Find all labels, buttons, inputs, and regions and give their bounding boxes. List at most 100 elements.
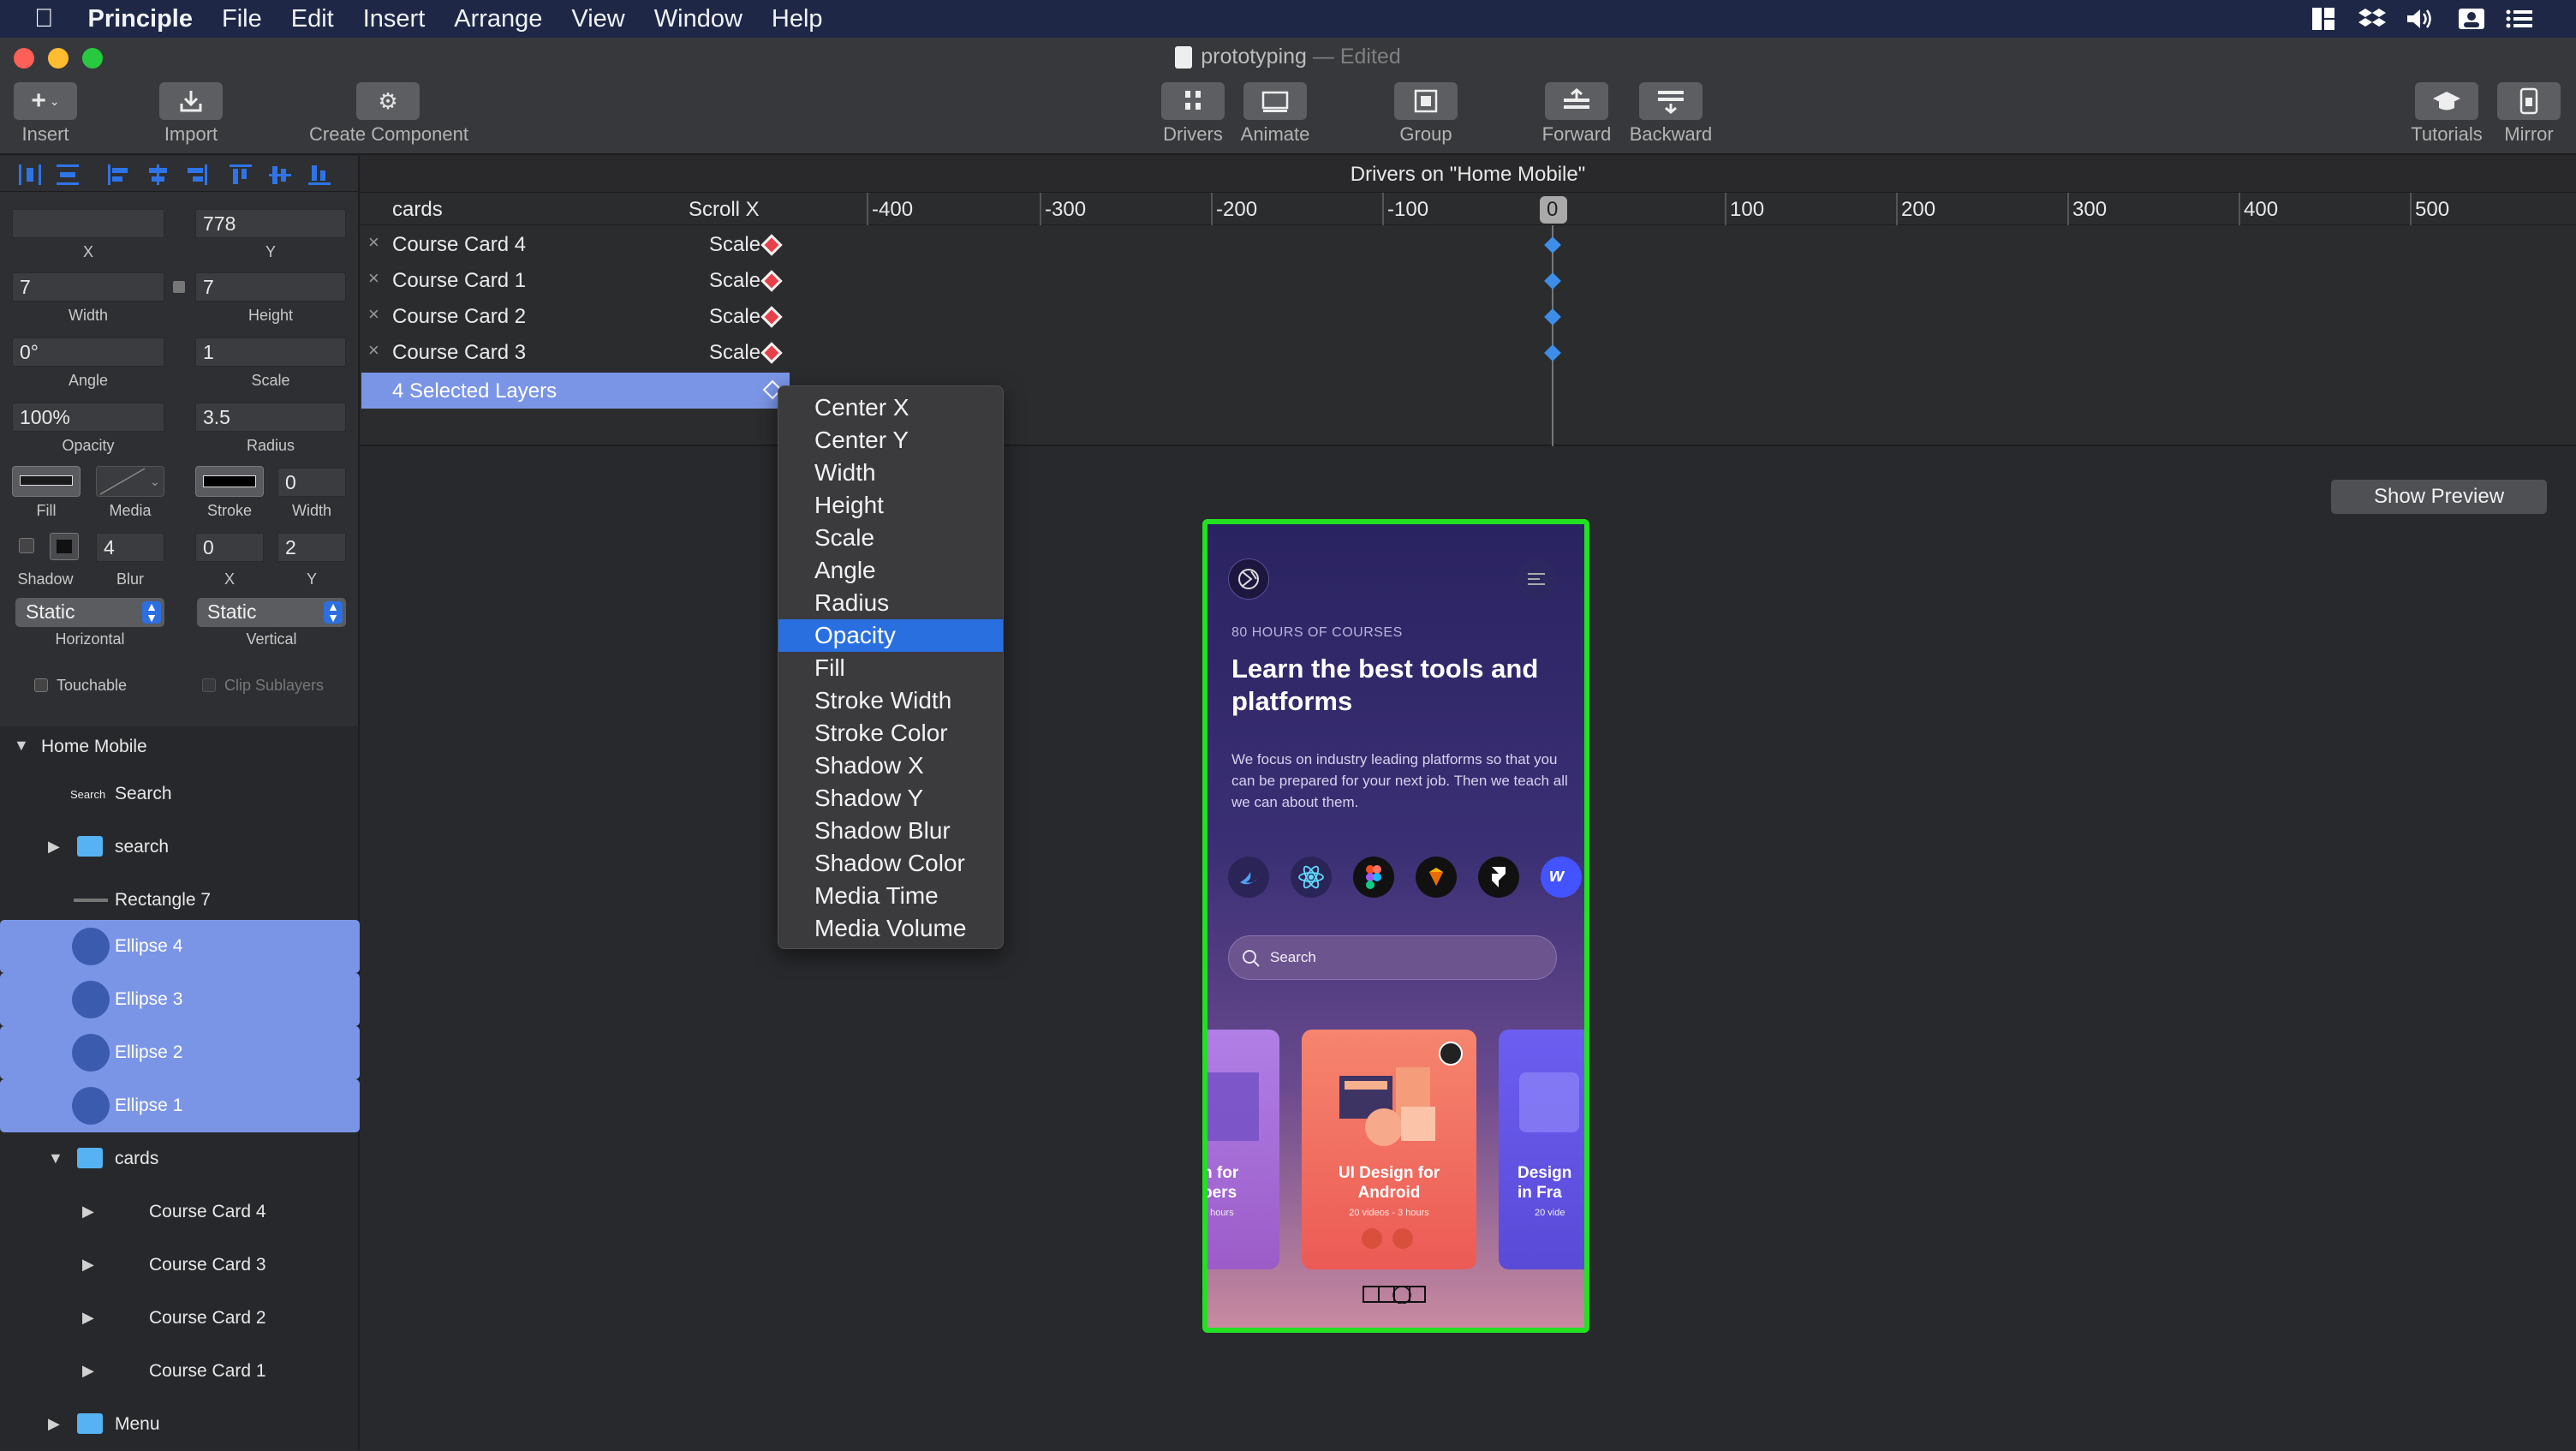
react-icon[interactable] (1291, 857, 1332, 898)
driver-source-property[interactable]: Scroll X (689, 198, 760, 222)
menu-item-radius[interactable]: Radius (778, 587, 1003, 619)
driver-property[interactable]: Scale (709, 269, 760, 293)
menu-item-width[interactable]: Width (778, 457, 1003, 489)
create-component-button[interactable]: ⚙ (356, 82, 420, 120)
tutorials-button[interactable] (2415, 82, 2478, 120)
width-field[interactable]: 7 (12, 272, 164, 302)
align-center-horizontal-icon[interactable] (146, 163, 171, 187)
layer-menu-folder[interactable]: ▶ Menu (0, 1398, 360, 1451)
selected-layers-row[interactable]: 4 Selected Layers (361, 373, 790, 409)
menu-window[interactable]: Window (654, 5, 742, 33)
disclosure-closed-icon[interactable]: ▶ (82, 1362, 94, 1380)
layer-course-card-2[interactable]: ▶ Course Card 2 (0, 1292, 360, 1345)
menu-item-media-time[interactable]: Media Time (778, 880, 1003, 912)
keyframe-marker[interactable] (1544, 272, 1561, 290)
media-swatch[interactable]: ⌄ (96, 466, 164, 497)
figma-icon[interactable] (1353, 857, 1394, 898)
import-button[interactable] (159, 82, 223, 120)
dropbox-icon[interactable] (2357, 5, 2388, 33)
menu-app-principle[interactable]: Principle (88, 5, 194, 33)
keyframe-marker[interactable] (1544, 344, 1561, 361)
distribute-vertical-icon[interactable] (55, 163, 80, 187)
shadow-x-field[interactable]: 0 (195, 533, 264, 562)
framer-icon[interactable] (1478, 857, 1519, 898)
shadow-y-field[interactable]: 2 (277, 533, 346, 562)
layer-ellipse-3[interactable]: Ellipse 3 (0, 973, 360, 1026)
blur-field[interactable]: 4 (96, 533, 164, 562)
shadow-color-swatch[interactable] (50, 533, 79, 560)
opacity-field[interactable]: 100% (12, 403, 164, 432)
align-top-icon[interactable] (228, 163, 253, 187)
menu-edit[interactable]: Edit (291, 5, 334, 33)
window-layout-icon[interactable] (2309, 5, 2338, 33)
align-center-vertical-icon[interactable] (267, 163, 293, 187)
scale-field[interactable]: 1 (195, 337, 346, 367)
menu-item-scale[interactable]: Scale (778, 522, 1003, 554)
forward-button[interactable] (1545, 82, 1608, 120)
menu-item-shadow-x[interactable]: Shadow X (778, 749, 1003, 782)
layer-search-folder[interactable]: ▶ search (0, 821, 360, 874)
disclosure-closed-icon[interactable]: ▶ (82, 1203, 94, 1221)
keyframe-marker[interactable] (1544, 308, 1561, 325)
angle-field[interactable]: 0° (12, 337, 164, 367)
swift-icon[interactable] (1228, 857, 1269, 898)
list-menu-icon[interactable] (2504, 5, 2535, 33)
layer-home-mobile[interactable]: ▼ Home Mobile (0, 726, 360, 767)
disclosure-open-icon[interactable]: ▼ (14, 737, 29, 755)
keyframe-diamond-icon[interactable] (760, 234, 783, 256)
group-button[interactable] (1394, 82, 1458, 120)
course-card-left[interactable]: n for pers 3 hours (1208, 1030, 1279, 1269)
layer-ellipse-1[interactable]: Ellipse 1 (0, 1079, 360, 1132)
clip-sublayers-checkbox[interactable] (202, 678, 216, 692)
y-field[interactable]: 778 (195, 209, 346, 238)
menu-item-opacity[interactable]: Opacity (778, 619, 1003, 652)
menu-insert[interactable]: Insert (363, 5, 426, 33)
disclosure-closed-icon[interactable]: ▶ (82, 1256, 94, 1274)
layer-ellipse-2[interactable]: Ellipse 2 (0, 1026, 360, 1079)
remove-driver-icon[interactable]: × (368, 231, 379, 254)
menu-item-shadow-blur[interactable]: Shadow Blur (778, 815, 1003, 847)
user-account-icon[interactable] (2456, 5, 2487, 33)
fill-swatch[interactable] (12, 466, 80, 497)
sketch-icon[interactable] (1416, 857, 1457, 898)
menu-arrange[interactable]: Arrange (454, 5, 542, 33)
menu-item-center-y[interactable]: Center Y (778, 424, 1003, 457)
distribute-horizontal-icon[interactable] (17, 163, 43, 187)
show-preview-button[interactable]: Show Preview (2331, 480, 2547, 514)
menu-item-shadow-color[interactable]: Shadow Color (778, 847, 1003, 880)
layer-search-text[interactable]: Search Search (0, 767, 360, 821)
keyframe-diamond-icon[interactable] (760, 342, 783, 364)
menu-help[interactable]: Help (772, 5, 823, 33)
animate-button[interactable] (1243, 82, 1307, 120)
driver-row[interactable]: × Course Card 2 Scale (360, 299, 788, 335)
menu-item-center-x[interactable]: Center X (778, 391, 1003, 424)
home-mobile-artboard[interactable]: 80 HOURS OF COURSES Learn the best tools… (1202, 519, 1589, 1333)
layer-course-card-3[interactable]: ▶ Course Card 3 (0, 1239, 360, 1292)
menu-button[interactable] (1516, 558, 1557, 600)
driver-row[interactable]: × Course Card 1 Scale (360, 263, 788, 299)
vertical-constraint-select[interactable]: Static ▲ ▼ (197, 598, 346, 627)
mirror-button[interactable] (2497, 82, 2561, 120)
volume-icon[interactable] (2405, 5, 2436, 33)
remove-driver-icon[interactable]: × (368, 303, 379, 325)
webflow-icon[interactable]: w (1541, 857, 1582, 898)
remove-driver-icon[interactable]: × (368, 339, 379, 361)
keyframe-diamond-icon[interactable] (760, 270, 783, 292)
shadow-checkbox[interactable] (19, 538, 34, 553)
backward-button[interactable] (1639, 82, 1702, 120)
layer-cards-folder[interactable]: ▼ cards (0, 1132, 360, 1185)
remove-driver-icon[interactable]: × (368, 267, 379, 290)
menu-item-shadow-y[interactable]: Shadow Y (778, 782, 1003, 815)
driver-source-layer[interactable]: cards (392, 198, 443, 222)
logo-icon[interactable] (1228, 558, 1269, 600)
layer-course-card-1[interactable]: ▶ Course Card 1 (0, 1345, 360, 1398)
align-left-icon[interactable] (106, 163, 132, 187)
search-bar[interactable]: Search (1228, 935, 1557, 980)
lock-aspect-icon[interactable] (173, 281, 185, 293)
layer-rectangle-7[interactable]: Rectangle 7 (0, 874, 360, 927)
disclosure-closed-icon[interactable]: ▶ (48, 838, 60, 856)
driver-property[interactable]: Scale (709, 233, 760, 257)
course-card-right[interactable]: Design in Fra 20 vide (1499, 1030, 1584, 1269)
menu-item-fill[interactable]: Fill (778, 652, 1003, 684)
horizontal-constraint-select[interactable]: Static ▲ ▼ (15, 598, 164, 627)
